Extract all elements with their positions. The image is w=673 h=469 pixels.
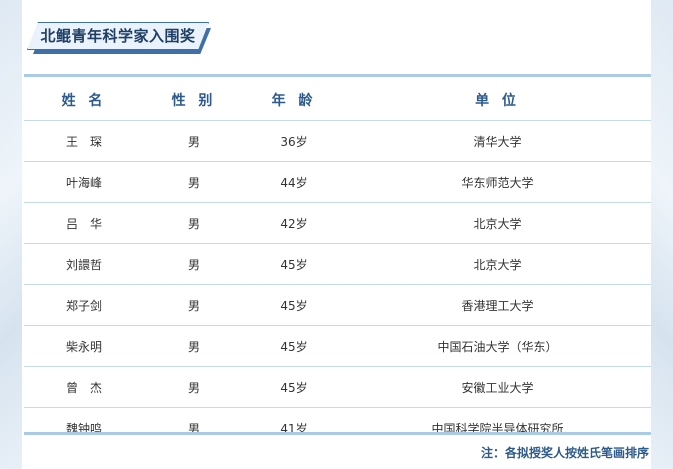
cell-age: 45岁 — [244, 243, 344, 285]
cell-age: 42岁 — [244, 202, 344, 244]
cell-unit: 北京大学 — [344, 243, 651, 285]
table-row: 叶海峰 男 44岁 华东师范大学 — [24, 161, 651, 203]
cell-name: 柴永明 — [24, 325, 144, 367]
table-row: 刘譞哲 男 45岁 北京大学 — [24, 243, 651, 285]
cell-gender: 男 — [144, 243, 244, 285]
cell-unit: 安徽工业大学 — [344, 366, 651, 408]
header-age: 年 龄 — [244, 80, 344, 121]
header-gender: 性 别 — [144, 80, 244, 121]
table-bottom-rule — [24, 432, 651, 435]
header-name: 姓 名 — [24, 80, 144, 121]
table-row: 柴永明 男 45岁 中国石油大学（华东） — [24, 325, 651, 367]
cell-gender: 男 — [144, 366, 244, 408]
table-row: 郑子剑 男 45岁 香港理工大学 — [24, 284, 651, 326]
cell-gender: 男 — [144, 161, 244, 203]
cell-gender: 男 — [187, 421, 200, 436]
cell-name: 曾 杰 — [24, 366, 144, 408]
cell-gender: 男 — [144, 202, 244, 244]
cell-gender: 男 — [144, 120, 244, 162]
cell-age: 41岁 — [280, 421, 308, 436]
cell-name: 郑子剑 — [24, 284, 144, 326]
cell-age: 36岁 — [244, 120, 344, 162]
table-top-rule — [24, 74, 651, 77]
cell-unit: 华东师范大学 — [344, 161, 651, 203]
table-row: 曾 杰 男 45岁 安徽工业大学 — [24, 366, 651, 408]
cell-unit: 中国石油大学（华东） — [344, 325, 651, 367]
left-background-strip — [0, 0, 22, 469]
cell-gender: 男 — [144, 284, 244, 326]
content-card: 北鲲青年科学家入围奖 姓 名 性 别 年 龄 单 位 王 琛 男 36岁 清华大… — [22, 0, 651, 469]
table-row: 王 琛 男 36岁 清华大学 — [24, 120, 651, 162]
cell-name: 叶海峰 — [24, 161, 144, 203]
cell-age: 45岁 — [244, 284, 344, 326]
cell-age: 44岁 — [244, 161, 344, 203]
cell-name: 王 琛 — [24, 120, 144, 162]
cell-unit: 清华大学 — [344, 120, 651, 162]
cell-age: 45岁 — [244, 366, 344, 408]
cell-name: 魏钟鸣 — [65, 421, 102, 436]
cell-unit: 中国科学院半导体研究所 — [431, 421, 564, 436]
awards-table: 姓 名 性 别 年 龄 单 位 王 琛 男 36岁 清华大学 叶海峰 男 44岁… — [24, 80, 651, 448]
header-unit: 单 位 — [344, 80, 651, 121]
table-header-row: 姓 名 性 别 年 龄 单 位 — [24, 80, 651, 121]
cell-gender: 男 — [144, 325, 244, 367]
cell-name: 刘譞哲 — [24, 243, 144, 285]
cell-name: 吕 华 — [24, 202, 144, 244]
table-row: 吕 华 男 42岁 北京大学 — [24, 202, 651, 244]
table-row: 魏钟鸣 男 41岁 中国科学院半导体研究所 — [24, 408, 651, 449]
cell-unit: 香港理工大学 — [344, 284, 651, 326]
section-title: 北鲲青年科学家入围奖 — [40, 27, 196, 45]
section-title-banner: 北鲲青年科学家入围奖 — [27, 22, 215, 56]
footnote: 注：各拟授奖人按姓氏笔画排序 — [480, 446, 649, 460]
cell-unit: 北京大学 — [344, 202, 651, 244]
cell-age: 45岁 — [244, 325, 344, 367]
right-background-strip — [651, 0, 673, 469]
